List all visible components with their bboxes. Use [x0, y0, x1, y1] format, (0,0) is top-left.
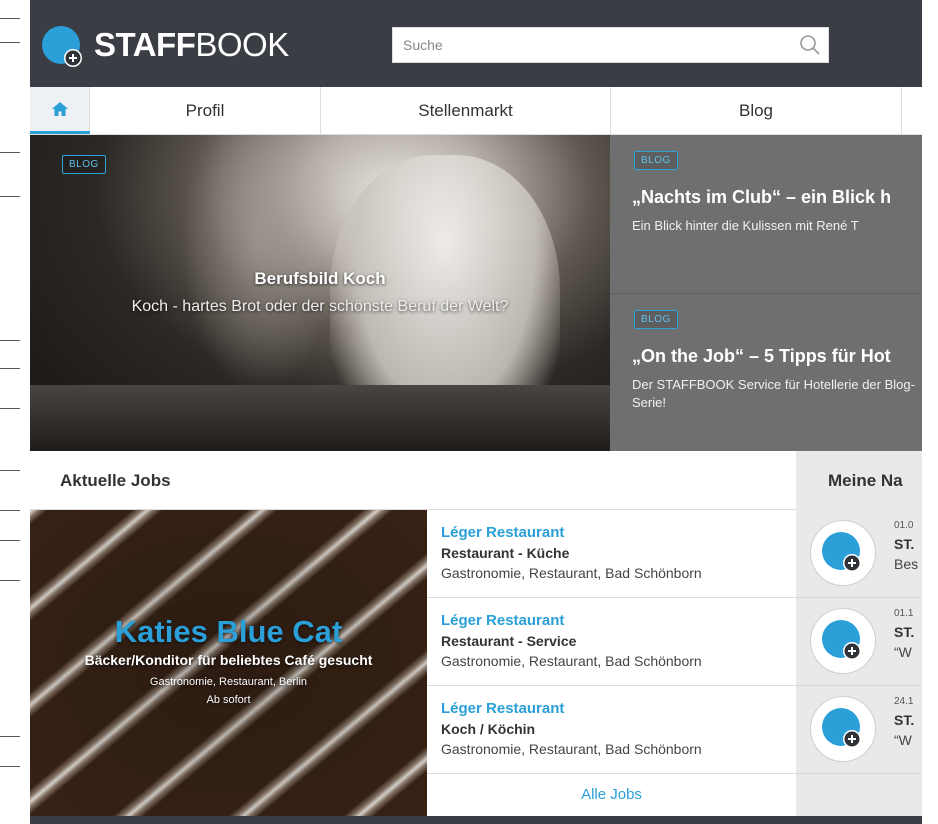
job-company[interactable]: Léger Restaurant: [441, 612, 564, 629]
featured-job-start: Ab sofort: [206, 694, 251, 706]
job-title: Restaurant - Küche: [441, 545, 570, 561]
tab-blog[interactable]: Blog: [611, 87, 902, 134]
job-item[interactable]: Léger Restaurant Restaurant - Küche Gast…: [427, 510, 796, 598]
left-gutter: [0, 0, 30, 824]
job-title: Restaurant - Service: [441, 633, 577, 649]
blog-card-text: Ein Blick hinter die Kulissen mit René T: [632, 218, 859, 233]
main-nav: Profil Stellenmarkt Blog: [30, 87, 922, 135]
home-icon: [52, 102, 68, 116]
hero-subtitle: Koch - hartes Brot oder der schönste Ber…: [131, 298, 509, 315]
job-company[interactable]: Léger Restaurant: [441, 524, 564, 541]
featured-job-meta: Gastronomie, Restaurant, Berlin: [149, 676, 308, 688]
news-list: 01.0 ST. Bes 01.1 ST. “W 24.1 ST. “W: [796, 510, 922, 816]
job-list: Léger Restaurant Restaurant - Küche Gast…: [427, 510, 796, 816]
brand-light: BOOK: [195, 26, 289, 63]
hero-background-figure: [180, 135, 340, 395]
news-date: 24.1: [894, 696, 914, 707]
search-box: [392, 27, 829, 63]
jobs-heading: Aktuelle Jobs: [60, 471, 171, 490]
avatar: [810, 608, 876, 674]
tab-profil[interactable]: Profil: [90, 87, 321, 134]
blog-card-text: Der STAFFBOOK Service für Hotellerie der…: [632, 377, 915, 410]
blog-card-tag: BLOG: [634, 151, 678, 170]
staffbook-avatar-icon: [822, 620, 861, 660]
job-meta: Gastronomie, Restaurant, Bad Schönborn: [441, 741, 702, 757]
tab-more[interactable]: [902, 87, 922, 134]
all-jobs-link[interactable]: Alle Jobs: [427, 774, 796, 816]
brand-bold: STAFF: [94, 26, 196, 63]
job-item[interactable]: Léger Restaurant Koch / Köchin Gastronom…: [427, 686, 796, 774]
news-text: Bes: [894, 556, 919, 572]
featured-job[interactable]: Katies Blue Cat Bäcker/Konditor für beli…: [30, 510, 427, 816]
hero-blog-tag: BLOG: [62, 155, 106, 174]
blog-card[interactable]: BLOG „On the Job“ – 5 Tipps für Hot Der …: [610, 293, 922, 452]
hero-counter: [30, 385, 610, 451]
jobs-header: Aktuelle Jobs: [30, 451, 796, 510]
blog-card-title[interactable]: „Nachts im Club“ – ein Blick h: [632, 187, 891, 208]
footer-bar: [30, 816, 922, 824]
job-company[interactable]: Léger Restaurant: [441, 700, 564, 717]
featured-job-title: Bäcker/Konditor für beliebtes Café gesuc…: [84, 652, 373, 668]
news-heading: Meine Na: [828, 471, 903, 490]
hero-title[interactable]: Berufsbild Koch: [30, 269, 610, 289]
news-text: “W: [894, 644, 912, 660]
blog-card-tag: BLOG: [634, 310, 678, 329]
news-date: 01.1: [894, 608, 914, 619]
news-date: 01.0: [894, 520, 914, 531]
blog-card[interactable]: BLOG „Nachts im Club“ – ein Blick h Ein …: [610, 135, 922, 293]
job-meta: Gastronomie, Restaurant, Bad Schönborn: [441, 653, 702, 669]
brand-name[interactable]: STAFFBOOK: [94, 26, 289, 64]
news-text: “W: [894, 732, 912, 748]
avatar: [810, 520, 876, 586]
staffbook-avatar-icon: [822, 532, 861, 572]
blog-card-title[interactable]: „On the Job“ – 5 Tipps für Hot: [632, 346, 891, 367]
featured-job-company[interactable]: Katies Blue Cat: [30, 614, 427, 650]
staffbook-avatar-icon: [822, 708, 861, 748]
nav-home[interactable]: [30, 87, 90, 134]
news-item[interactable]: 01.0 ST. Bes: [796, 510, 922, 598]
top-bar: STAFFBOOK: [30, 0, 922, 87]
news-header: Meine Na: [796, 451, 922, 510]
search-input[interactable]: [393, 28, 793, 62]
news-source[interactable]: ST.: [894, 624, 914, 640]
tab-stellenmarkt[interactable]: Stellenmarkt: [321, 87, 611, 134]
avatar: [810, 696, 876, 762]
staffbook-logo-icon[interactable]: [40, 24, 86, 70]
job-title: Koch / Köchin: [441, 721, 536, 737]
job-item[interactable]: Léger Restaurant Restaurant - Service Ga…: [427, 598, 796, 686]
news-source[interactable]: ST.: [894, 536, 914, 552]
search-icon[interactable]: [798, 33, 822, 57]
job-meta: Gastronomie, Restaurant, Bad Schönborn: [441, 565, 702, 581]
hero-blog-post[interactable]: BLOG Berufsbild Koch Koch - hartes Brot …: [30, 135, 610, 451]
news-item[interactable]: 01.1 ST. “W: [796, 598, 922, 686]
news-source[interactable]: ST.: [894, 712, 914, 728]
page: STAFFBOOK Profil Stellenmarkt Blog BLOG …: [30, 0, 922, 824]
news-item[interactable]: 24.1 ST. “W: [796, 686, 922, 774]
